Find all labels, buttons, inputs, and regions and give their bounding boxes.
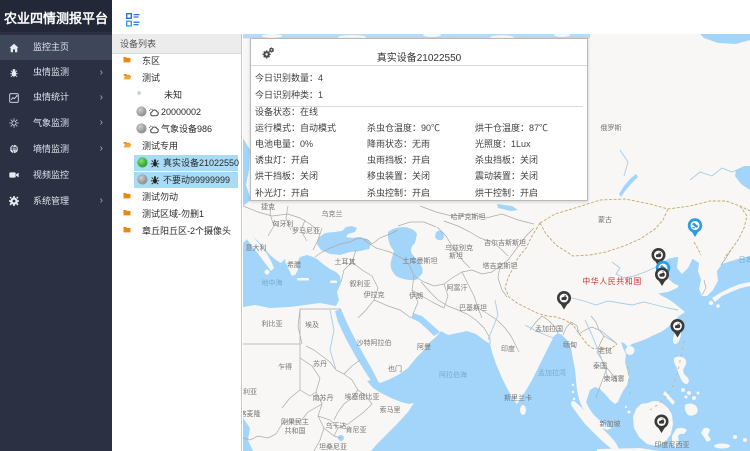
svg-text:斯里兰卡: 斯里兰卡 [504, 393, 532, 402]
svg-text:乌兹别克: 乌兹别克 [445, 243, 473, 252]
svg-text:苏丹: 苏丹 [313, 359, 327, 368]
svg-text:新加坡: 新加坡 [600, 419, 621, 428]
svg-text:老挝: 老挝 [598, 346, 612, 355]
svg-text:土耳其: 土耳其 [335, 257, 356, 266]
svg-text:尼日利亚: 尼日利亚 [243, 387, 257, 396]
svg-text:阿拉伯海: 阿拉伯海 [439, 370, 467, 379]
svg-text:哈萨克斯坦: 哈萨克斯坦 [451, 212, 486, 221]
svg-text:共和国: 共和国 [285, 426, 306, 435]
svg-text:伊拉克: 伊拉克 [364, 290, 385, 299]
svg-text:阿富汗: 阿富汗 [447, 283, 468, 292]
svg-text:柬埔寨: 柬埔寨 [604, 374, 625, 383]
svg-text:叙利亚: 叙利亚 [350, 279, 371, 288]
svg-text:印度: 印度 [501, 344, 515, 353]
svg-text:阿曼: 阿曼 [417, 342, 431, 351]
svg-text:塔吉克斯坦: 塔吉克斯坦 [483, 261, 518, 270]
svg-text:中华人民共和国: 中华人民共和国 [582, 276, 642, 286]
svg-text:喀麦隆: 喀麦隆 [243, 409, 261, 418]
svg-text:乌干达: 乌干达 [326, 421, 347, 430]
svg-text:斯坦: 斯坦 [449, 251, 463, 260]
svg-text:希腊: 希腊 [287, 260, 301, 269]
svg-text:孟加拉湾: 孟加拉湾 [538, 368, 566, 377]
svg-text:缅甸: 缅甸 [563, 340, 577, 349]
svg-text:埃塞俄比亚: 埃塞俄比亚 [345, 392, 380, 401]
svg-text:沙特阿拉伯: 沙特阿拉伯 [357, 338, 392, 347]
svg-text:日本海: 日本海 [739, 255, 750, 264]
svg-text:印度尼西亚: 印度尼西亚 [655, 440, 690, 449]
svg-text:俄罗斯: 俄罗斯 [601, 123, 622, 132]
svg-text:蒙古: 蒙古 [598, 215, 612, 224]
svg-text:利比亚: 利比亚 [262, 319, 283, 328]
svg-text:孟加拉国: 孟加拉国 [535, 324, 563, 333]
svg-text:埃及: 埃及 [305, 320, 319, 329]
svg-text:巴基斯坦: 巴基斯坦 [459, 303, 487, 312]
svg-text:刚果民主: 刚果民主 [281, 417, 309, 426]
svg-text:南苏丹: 南苏丹 [313, 393, 334, 402]
svg-text:肯尼亚: 肯尼亚 [346, 425, 367, 434]
svg-text:也门: 也门 [388, 364, 402, 373]
svg-text:乍得: 乍得 [278, 362, 292, 371]
svg-text:罗马尼亚: 罗马尼亚 [292, 227, 320, 235]
svg-text:土库曼斯坦: 土库曼斯坦 [403, 256, 438, 265]
svg-text:索马里: 索马里 [380, 405, 401, 414]
svg-text:泰国: 泰国 [593, 361, 607, 370]
svg-text:意大利: 意大利 [246, 243, 267, 252]
svg-text:匈牙利: 匈牙利 [273, 219, 294, 228]
svg-text:伊朗: 伊朗 [409, 291, 423, 300]
svg-text:吉尔吉斯斯坦: 吉尔吉斯斯坦 [484, 238, 526, 247]
svg-text:捷克: 捷克 [261, 202, 275, 211]
svg-text:坦桑尼亚: 坦桑尼亚 [319, 442, 347, 451]
svg-text:乌克兰: 乌克兰 [322, 209, 343, 218]
svg-text:地中海: 地中海 [262, 278, 283, 287]
